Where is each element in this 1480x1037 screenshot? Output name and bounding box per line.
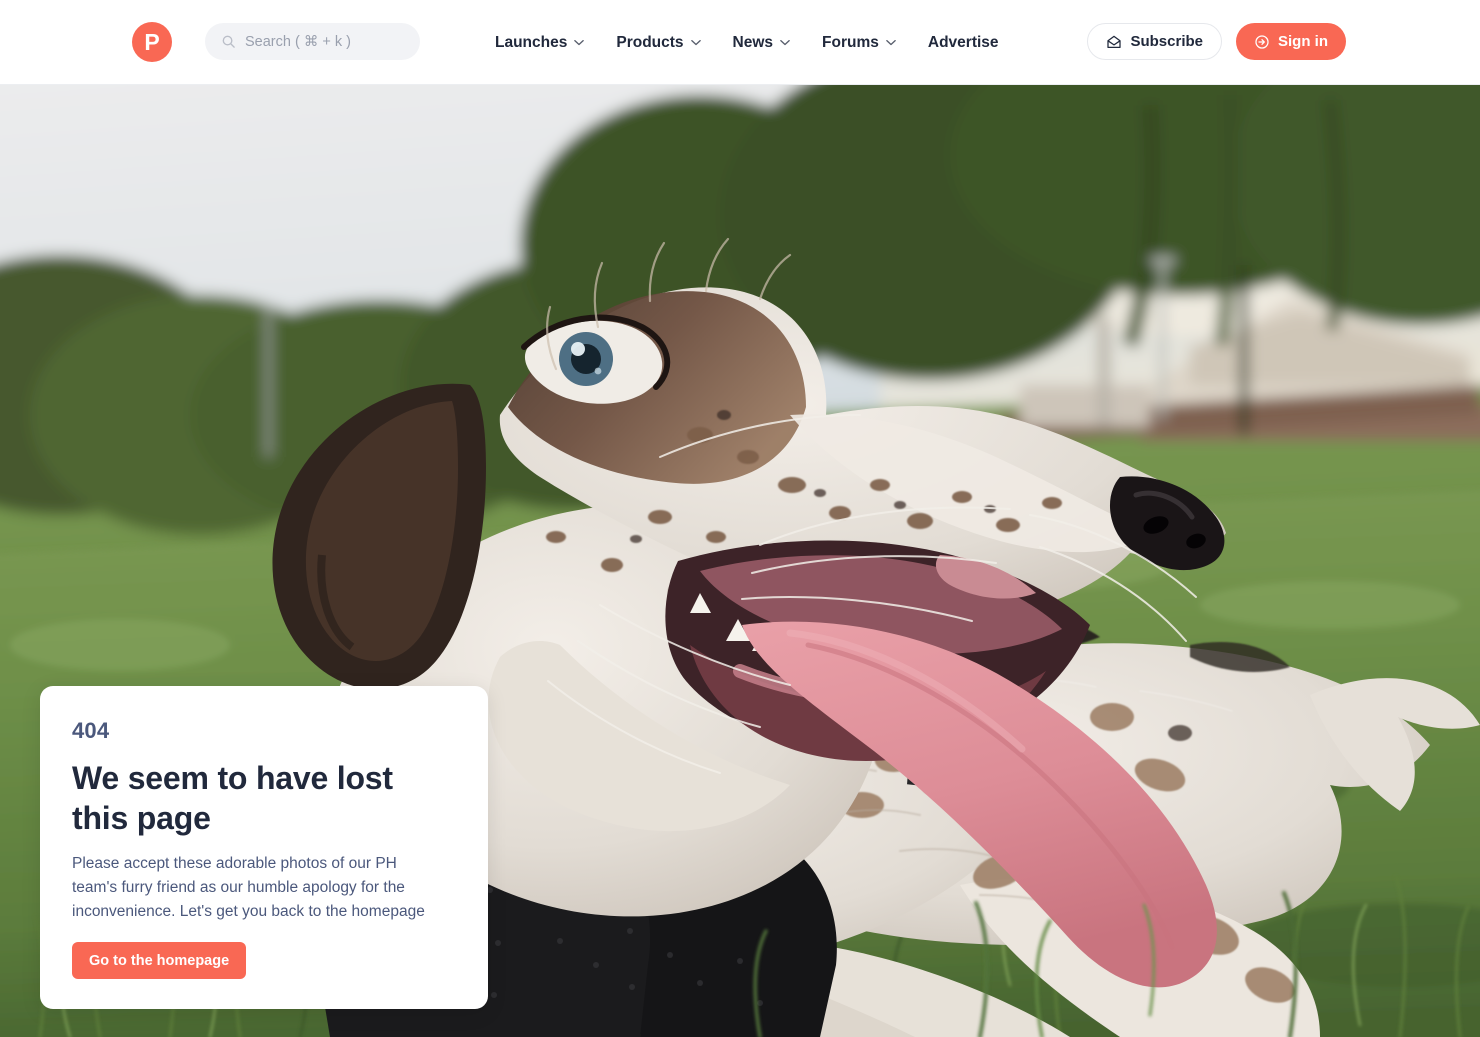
nav-label: Launches <box>495 33 568 51</box>
chevron-down-icon <box>690 40 701 46</box>
nav-label: Forums <box>822 33 879 51</box>
nav-label: Advertise <box>927 33 999 51</box>
nav-item-launches[interactable]: Launches <box>495 33 585 52</box>
chevron-down-icon <box>780 40 790 46</box>
nav-item-news[interactable]: News <box>733 34 791 52</box>
sign-in-button[interactable]: Sign in <box>1236 23 1346 60</box>
nav-item-advertise[interactable]: Advertise <box>928 34 999 52</box>
page-title: We seem to have lost this page <box>72 760 393 836</box>
product-hunt-logo[interactable]: P <box>132 22 172 62</box>
go-to-homepage-button[interactable]: Go to the homepage <box>72 942 247 979</box>
chevron-down-icon <box>886 40 896 46</box>
login-arrow-icon <box>1255 34 1269 49</box>
nav-label: Products <box>616 33 684 51</box>
main-nav: Launches Products News Forums Advertise <box>495 0 999 85</box>
search-placeholder: Search ( ⌘ + k ) <box>245 33 351 50</box>
error-description: Please accept these adorable photos of o… <box>72 855 425 920</box>
error-card: 404 We seem to have lost this page Pleas… <box>40 686 488 1009</box>
site-header: P Search ( ⌘ + k ) Launches Products New… <box>0 0 1480 85</box>
nav-item-products[interactable]: Products <box>616 33 701 52</box>
nav-item-forums[interactable]: Forums <box>822 34 896 52</box>
search-icon <box>222 35 235 48</box>
logo-letter: P <box>144 28 160 55</box>
subscribe-label: Subscribe <box>1130 33 1203 50</box>
nav-label: News <box>732 33 774 51</box>
sign-in-label: Sign in <box>1278 33 1328 50</box>
subscribe-button[interactable]: Subscribe <box>1087 23 1222 60</box>
error-code: 404 <box>72 718 110 743</box>
header-actions: Subscribe Sign in <box>1087 23 1346 60</box>
chevron-down-icon <box>574 40 585 46</box>
envelope-open-icon <box>1107 35 1122 48</box>
search-input[interactable]: Search ( ⌘ + k ) <box>205 23 420 60</box>
